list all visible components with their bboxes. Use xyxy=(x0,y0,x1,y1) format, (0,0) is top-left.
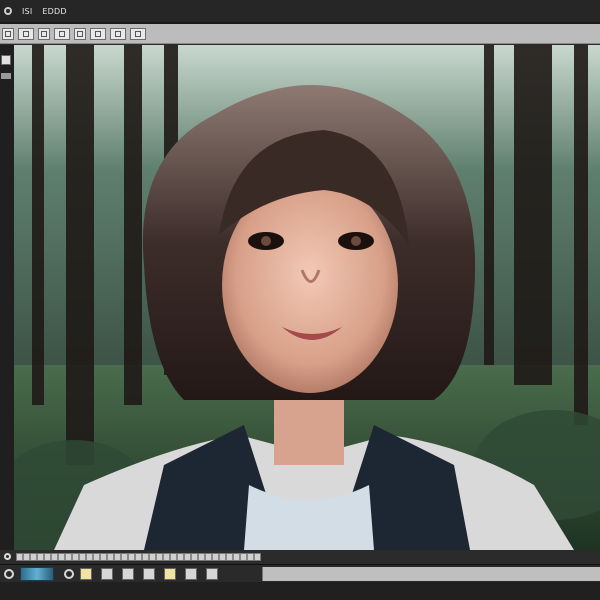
side-handle[interactable] xyxy=(1,73,11,79)
color-preview-thumbnail[interactable] xyxy=(20,567,54,581)
menu-item-isi[interactable]: ISI xyxy=(22,7,32,16)
toolbar xyxy=(0,24,600,44)
menu-item-eddd[interactable]: EDDD xyxy=(42,7,66,16)
export-icon[interactable] xyxy=(122,568,134,580)
brush-icon[interactable] xyxy=(74,27,86,40)
window-bottom-edge xyxy=(0,582,600,600)
settings-dial-icon[interactable] xyxy=(4,569,14,579)
flag-icon[interactable] xyxy=(101,568,113,580)
app-icon[interactable] xyxy=(4,7,12,15)
list-icon[interactable] xyxy=(185,568,197,580)
left-tool-strip xyxy=(0,45,14,550)
bottom-toolbar xyxy=(0,564,600,583)
zoom-icon[interactable] xyxy=(110,27,126,40)
timeline-bar xyxy=(0,550,600,564)
file-icon[interactable] xyxy=(2,27,14,40)
grid-icon[interactable] xyxy=(18,27,34,40)
settings-icon[interactable] xyxy=(206,568,218,580)
title-bar: ISI EDDD xyxy=(0,0,600,22)
select-icon[interactable] xyxy=(90,27,106,40)
image-icon[interactable] xyxy=(143,568,155,580)
filter-icon[interactable] xyxy=(130,27,146,40)
image-canvas[interactable] xyxy=(14,45,600,550)
record-icon[interactable] xyxy=(4,553,11,560)
side-tool-icon[interactable] xyxy=(1,55,11,65)
film-icon[interactable] xyxy=(164,568,176,580)
prev-frame-icon[interactable] xyxy=(64,569,74,579)
layers-icon[interactable] xyxy=(38,27,50,40)
layer-icon[interactable] xyxy=(80,568,92,580)
crop-icon[interactable] xyxy=(54,27,70,40)
status-field xyxy=(262,567,600,581)
portrait-image xyxy=(14,45,600,550)
timeline-track[interactable] xyxy=(16,553,261,561)
